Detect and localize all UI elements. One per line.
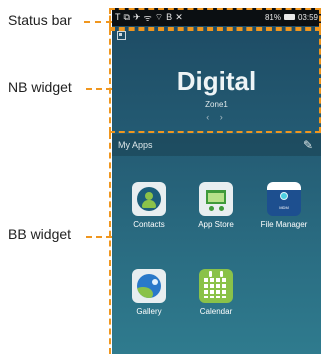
status-bar-outline	[109, 8, 321, 29]
app-label: Gallery	[136, 307, 162, 316]
app-label: Calendar	[199, 307, 233, 316]
calendar-icon[interactable]	[199, 269, 233, 303]
status-bar-callout: Status bar	[8, 12, 72, 28]
app-label: File Manager	[260, 220, 308, 229]
bb-widget-callout: BB widget	[8, 226, 72, 242]
app-gallery[interactable]: Gallery	[117, 269, 181, 316]
app-calendar[interactable]: Calendar	[184, 269, 248, 316]
contacts-icon[interactable]	[132, 182, 166, 216]
app-contacts[interactable]: Contacts	[117, 182, 181, 229]
app-store-icon[interactable]	[199, 182, 233, 216]
status-bar-leader	[84, 21, 112, 23]
my-apps-header: My Apps ✎	[112, 134, 321, 156]
mdm-badge: MDM	[279, 205, 289, 210]
nb-widget-callout: NB widget	[8, 79, 72, 95]
app-label: Contacts	[133, 220, 165, 229]
my-apps-title: My Apps	[118, 140, 153, 150]
bb-widget-guide	[109, 133, 111, 354]
app-label: App Store	[198, 220, 234, 229]
bb-widget: My Apps ✎ Contacts App Store MDM File Ma…	[112, 134, 321, 354]
gallery-icon[interactable]	[132, 269, 166, 303]
file-manager-icon[interactable]: MDM	[267, 182, 301, 216]
app-app-store[interactable]: App Store	[184, 182, 248, 229]
edit-icon[interactable]: ✎	[303, 138, 313, 152]
app-file-manager[interactable]: MDM File Manager	[252, 182, 316, 229]
nb-widget-outline	[109, 29, 321, 133]
